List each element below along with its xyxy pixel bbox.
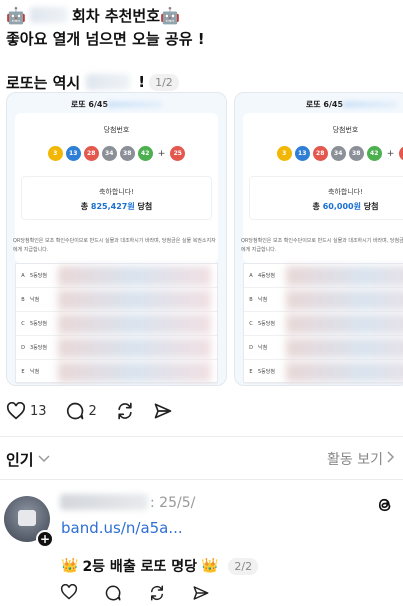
card-title: 로또 6/45 — [241, 99, 403, 110]
popular-row: 인기 활동 보기 — [6, 447, 395, 471]
lotto-ball: 38 — [348, 146, 364, 161]
reply-like-button[interactable] — [60, 583, 78, 606]
qr-notice: QR당첨확인은 보조 확인수단이므로 반드시 실물과 대조하시기 바라며, 당첨… — [241, 238, 403, 253]
prize-box: 축하합니다! 총 60,000원 당첨 — [249, 176, 403, 220]
table-row: E 5등당첨 — [244, 360, 403, 384]
post-line-3-suffix: ! — [138, 73, 146, 91]
reply-text: 👑 2등 배출 로또 명당 👑 2/2 — [61, 556, 259, 576]
reply-comment-button[interactable] — [104, 584, 122, 606]
prize-total: 총 60,000원 당첨 — [312, 202, 379, 211]
post-actions: 13 2 — [6, 399, 173, 423]
comment-button[interactable]: 2 — [65, 401, 97, 421]
congrats-text: 축하합니다! — [327, 188, 363, 196]
plus-icon: + — [157, 148, 166, 159]
table-row: B 낙첨 — [16, 288, 217, 312]
hidden-brand — [86, 74, 131, 90]
repost-button[interactable] — [115, 401, 135, 421]
like-count: 13 — [30, 403, 47, 419]
chevron-down-icon — [38, 453, 50, 466]
share-button[interactable] — [153, 401, 173, 421]
follow-plus-icon[interactable]: + — [36, 530, 54, 548]
crown-icon: 👑 — [200, 558, 219, 574]
table-row: C 5등당첨 — [16, 312, 217, 336]
lotto-ball: 3 — [47, 146, 63, 161]
sort-dropdown[interactable]: 인기 — [6, 449, 50, 470]
lotto-ball: 28 — [312, 146, 328, 161]
lotto-result-card-2[interactable]: 로또 6/45 당첨번호 3 13 28 34 38 42 + 2 축하합니다!… — [234, 92, 403, 386]
share-icon — [153, 401, 173, 421]
reply-text-body: 2등 배출 로또 명당 — [82, 559, 197, 575]
lotto-ball: 42 — [137, 146, 153, 161]
reply-username[interactable] — [60, 494, 148, 510]
divider — [0, 436, 403, 437]
prize-total: 총 825,427원 당첨 — [80, 202, 153, 211]
post-line-2: 좋아요 열개 넘으면 오늘 공유 ! — [6, 29, 205, 48]
winning-balls: 3 13 28 34 38 42 + 25 — [15, 146, 218, 161]
reply-share-button[interactable] — [192, 584, 210, 606]
lotto-result-card-1[interactable]: 로또 6/45 당첨번호 3 13 28 34 38 42 + 25 축하합니다… — [6, 92, 227, 386]
winning-balls: 3 13 28 34 38 42 + 2 — [243, 146, 403, 161]
game-result-table: A 4등당첨 B 낙첨 C 5등당첨 D 낙첨 E 5등당첨 — [243, 263, 403, 384]
chevron-right-icon — [387, 451, 395, 467]
table-row: A 5등당첨 — [16, 264, 217, 288]
sort-label: 인기 — [6, 450, 34, 469]
prize-box: 축하합니다! 총 825,427원 당첨 — [21, 176, 212, 220]
crown-icon: 👑 — [61, 558, 79, 574]
reply-link[interactable]: band.us/n/a5a... — [61, 519, 183, 537]
lotto-ball: 38 — [119, 146, 135, 161]
post-line-1-text: 회차 추천번호 — [72, 6, 161, 25]
game-result-table: A 5등당첨 B 낙첨 C 5등당첨 D 3등당첨 E 낙첨 — [15, 263, 218, 384]
table-row: D 3등당첨 — [16, 336, 217, 360]
post-line-3-prefix: 로또는 역시 — [6, 73, 81, 92]
reply-actions — [60, 583, 210, 606]
lotto-ball: 3 — [276, 146, 292, 161]
plus-icon: + — [386, 148, 395, 159]
page-indicator: 1/2 — [149, 73, 179, 91]
heart-icon — [6, 402, 26, 420]
repost-icon — [115, 401, 135, 421]
lotto-ball: 34 — [330, 146, 346, 161]
card-title: 로또 6/45 — [7, 99, 226, 110]
reply-page-indicator: 2/2 — [228, 557, 259, 575]
robot-emoji-icon: 🤖 — [6, 5, 26, 25]
qr-notice: QR당첨확인은 보조 확인수단이므로 반드시 실물과 대조하시기 바라며, 당첨… — [13, 238, 216, 253]
comment-count: 2 — [88, 403, 97, 419]
hidden-round-number — [30, 7, 68, 23]
bonus-ball: 25 — [170, 146, 186, 161]
congrats-text: 축하합니다! — [98, 188, 134, 196]
post-line-1: 🤖 회차 추천번호 🤖 — [6, 4, 396, 26]
threads-icon[interactable] — [376, 496, 394, 518]
like-button[interactable]: 13 — [6, 402, 47, 420]
robot-emoji-icon: 🤖 — [160, 5, 180, 25]
activity-label: 활동 보기 — [327, 452, 383, 468]
lotto-ball: 42 — [366, 146, 382, 161]
table-row: B 낙첨 — [244, 288, 403, 312]
comment-icon — [65, 401, 85, 421]
post-text: 🤖 회차 추천번호 🤖 좋아요 열개 넘으면 오늘 공유 ! 로또는 역시 ! … — [6, 4, 396, 94]
post-line-3: 로또는 역시 ! 1/2 — [6, 70, 396, 94]
table-row: C 5등당첨 — [244, 312, 403, 336]
table-row: A 4등당첨 — [244, 264, 403, 288]
lotto-ball: 34 — [101, 146, 117, 161]
lotto-ball: 13 — [294, 146, 310, 161]
reply-repost-button[interactable] — [148, 584, 166, 606]
reply-date: : 25/5/ — [150, 495, 196, 511]
bonus-ball: 2 — [399, 146, 403, 161]
table-row: E 낙첨 — [16, 360, 217, 384]
view-activity-link[interactable]: 활동 보기 — [327, 449, 395, 469]
table-row: D 낙첨 — [244, 336, 403, 360]
winning-label: 당첨번호 — [103, 126, 130, 134]
winning-label: 당첨번호 — [332, 126, 359, 134]
lotto-ball: 13 — [65, 146, 81, 161]
divider — [0, 479, 403, 480]
lotto-ball: 28 — [83, 146, 99, 161]
